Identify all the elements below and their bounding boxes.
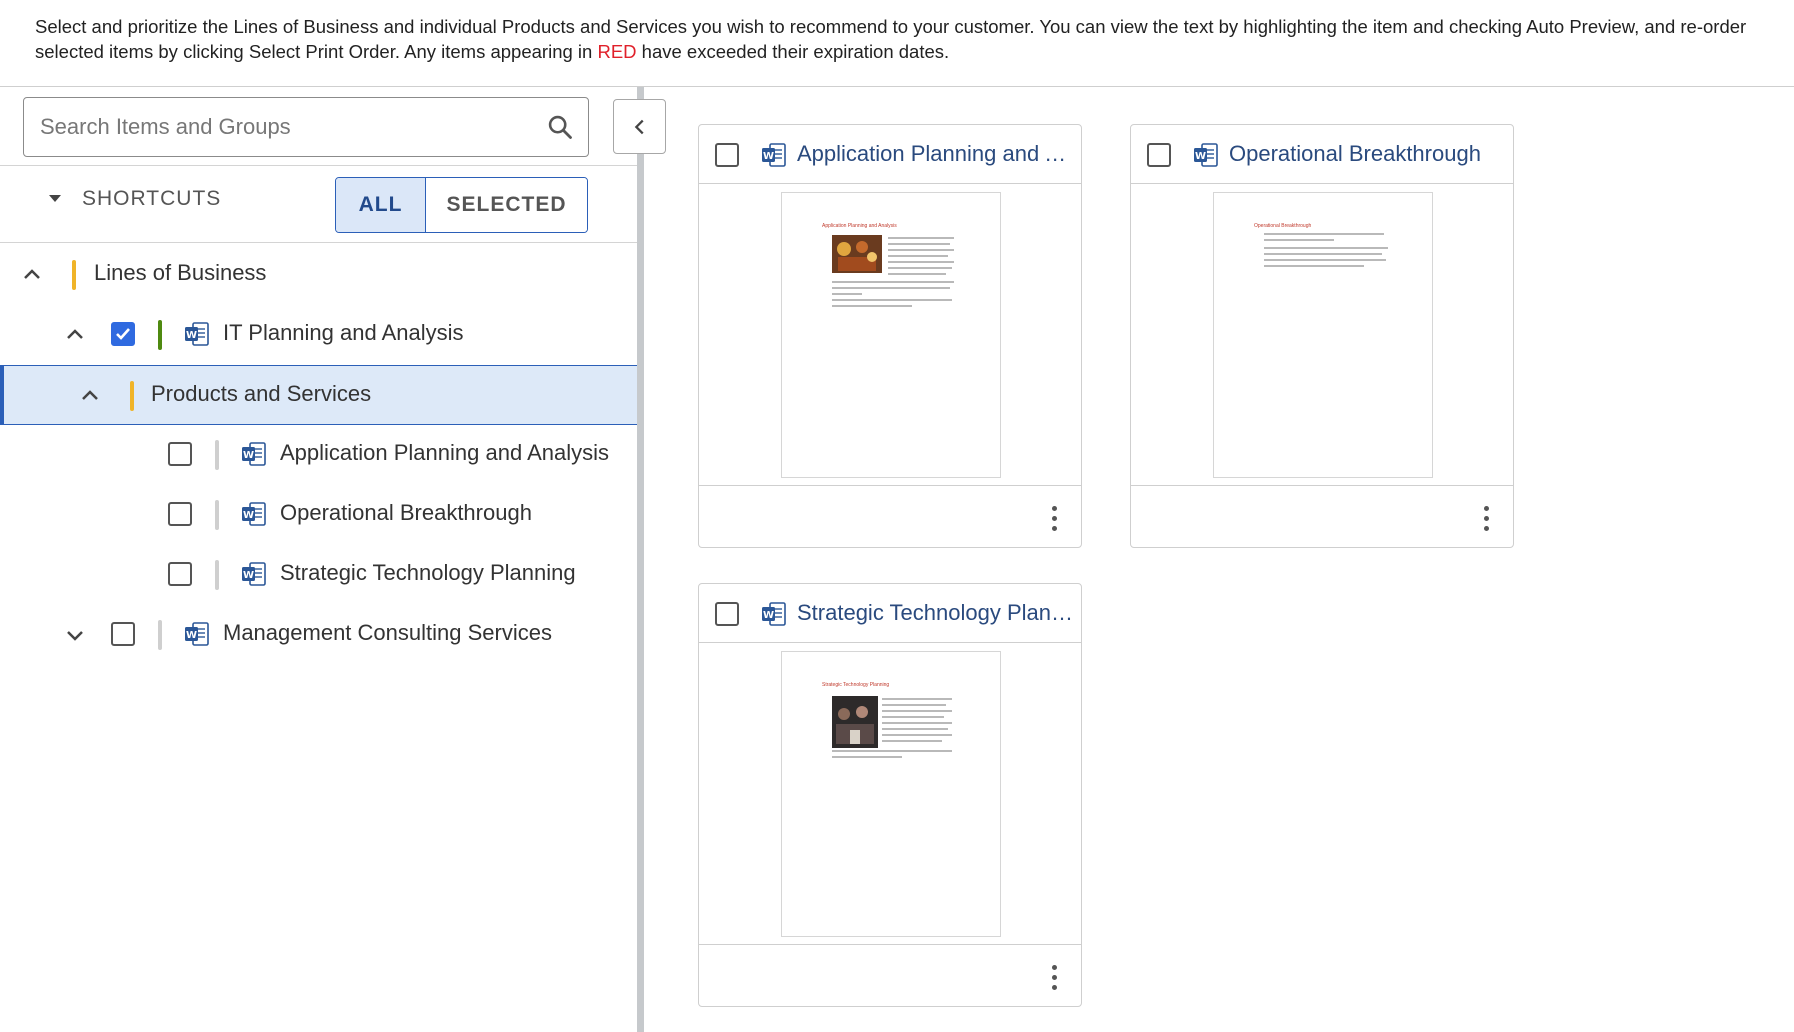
divider (0, 165, 637, 166)
status-bar (158, 620, 162, 650)
tree-row-management-consulting[interactable]: W Management Consulting Services (0, 605, 637, 665)
word-doc-icon: W (242, 502, 266, 526)
chevron-up-icon[interactable] (20, 263, 44, 287)
tree-label: Lines of Business (94, 260, 267, 285)
kebab-menu-icon[interactable] (1471, 500, 1501, 536)
search-input[interactable] (24, 98, 532, 156)
word-doc-icon: W (762, 143, 786, 167)
chevron-left-icon (634, 119, 644, 134)
instructions-end: have exceeded their expiration dates. (636, 41, 950, 62)
document-thumbnail[interactable]: Operational Breakthrough (1213, 192, 1433, 478)
svg-text:W: W (763, 610, 774, 621)
card-title-link[interactable]: Strategic Technology Planning (797, 600, 1077, 626)
card-checkbox[interactable] (715, 602, 739, 626)
checkbox-strategic[interactable] (168, 562, 192, 586)
status-bar (215, 560, 219, 590)
word-doc-icon: W (185, 622, 209, 646)
checkmark-icon (116, 328, 130, 340)
card-header: W Strategic Technology Planning (699, 584, 1081, 643)
thumbnail-heading: Strategic Technology Planning (822, 682, 890, 688)
card-divider (1131, 485, 1513, 486)
caret-down-icon[interactable] (46, 189, 64, 212)
shortcuts-label: SHORTCUTS (82, 187, 222, 210)
thumbnail-heading: Application Planning and Analysis (822, 223, 897, 229)
left-panel: SHORTCUTS ALL SELECTED Lines of Business… (0, 87, 637, 1032)
preview-card-operational[interactable]: W Operational Breakthrough Operational B… (1130, 124, 1514, 548)
tree-label: IT Planning and Analysis (223, 320, 464, 345)
card-header: W Operational Breakthrough (1131, 125, 1513, 184)
word-doc-icon: W (1194, 143, 1218, 167)
word-doc-icon: W (242, 442, 266, 466)
svg-text:W: W (243, 450, 254, 461)
word-doc-icon: W (242, 562, 266, 586)
chevron-down-icon[interactable] (63, 623, 87, 647)
expired-red-word: RED (597, 41, 637, 62)
tree-row-it-planning[interactable]: W IT Planning and Analysis (0, 305, 637, 365)
card-checkbox[interactable] (1147, 143, 1171, 167)
card-divider (699, 485, 1081, 486)
svg-text:W: W (1195, 151, 1206, 162)
word-doc-icon: W (762, 602, 786, 626)
divider (0, 242, 637, 243)
checkbox-operational[interactable] (168, 502, 192, 526)
collapse-panel-button[interactable] (613, 99, 666, 154)
card-header: W Application Planning and Analysis (699, 125, 1081, 184)
tree-label: Application Planning and Analysis (280, 440, 610, 465)
checkbox-it-planning[interactable] (111, 322, 135, 346)
kebab-menu-icon[interactable] (1039, 500, 1069, 536)
thumbnail-photo (832, 696, 878, 748)
card-checkbox[interactable] (715, 143, 739, 167)
kebab-menu-icon[interactable] (1039, 959, 1069, 995)
status-bar (72, 260, 76, 290)
instructions-text: Select and prioritize the Lines of Busin… (35, 14, 1790, 64)
search-icon[interactable] (532, 99, 588, 155)
tree-row-app-planning[interactable]: W Application Planning and Analysis (0, 425, 637, 485)
card-divider (699, 944, 1081, 945)
tree-label: Strategic Technology Planning (280, 560, 576, 585)
checkbox-app-planning[interactable] (168, 442, 192, 466)
chevron-up-icon[interactable] (78, 384, 102, 408)
checkbox-management-consulting[interactable] (111, 622, 135, 646)
thumbnail-photo (832, 235, 882, 273)
status-bar (130, 381, 134, 411)
tree-label: Management Consulting Services (223, 620, 552, 645)
status-bar (158, 320, 162, 350)
tree-label: Operational Breakthrough (280, 500, 532, 525)
tree-row-operational[interactable]: W Operational Breakthrough (0, 485, 637, 545)
card-title-link[interactable]: Operational Breakthrough (1229, 141, 1509, 167)
preview-card-app-planning[interactable]: W Application Planning and Analysis Appl… (698, 124, 1082, 548)
document-thumbnail[interactable]: Application Planning and Analysis (781, 192, 1001, 478)
svg-text:W: W (186, 330, 197, 341)
svg-text:W: W (243, 510, 254, 521)
thumbnail-heading: Operational Breakthrough (1254, 223, 1312, 229)
card-title-link[interactable]: Application Planning and Analysis (797, 141, 1077, 167)
status-bar (215, 500, 219, 530)
chevron-up-icon[interactable] (63, 323, 87, 347)
tree-row-products-services[interactable]: Products and Services (0, 365, 637, 425)
filter-segmented-control: ALL SELECTED (335, 177, 588, 233)
panel-splitter[interactable] (637, 87, 644, 1032)
filter-all-button[interactable]: ALL (336, 178, 426, 232)
svg-text:W: W (763, 151, 774, 162)
filter-selected-button[interactable]: SELECTED (426, 178, 587, 232)
status-bar (215, 440, 219, 470)
document-thumbnail[interactable]: Strategic Technology Planning (781, 651, 1001, 937)
svg-text:W: W (186, 630, 197, 641)
tree-row-strategic[interactable]: W Strategic Technology Planning (0, 545, 637, 605)
tree-label: Products and Services (151, 381, 372, 406)
tree-row-lines-of-business[interactable]: Lines of Business (0, 245, 637, 305)
word-doc-icon: W (185, 322, 209, 346)
search-box[interactable] (23, 97, 589, 157)
svg-text:W: W (243, 570, 254, 581)
preview-card-strategic[interactable]: W Strategic Technology Planning Strategi… (698, 583, 1082, 1007)
